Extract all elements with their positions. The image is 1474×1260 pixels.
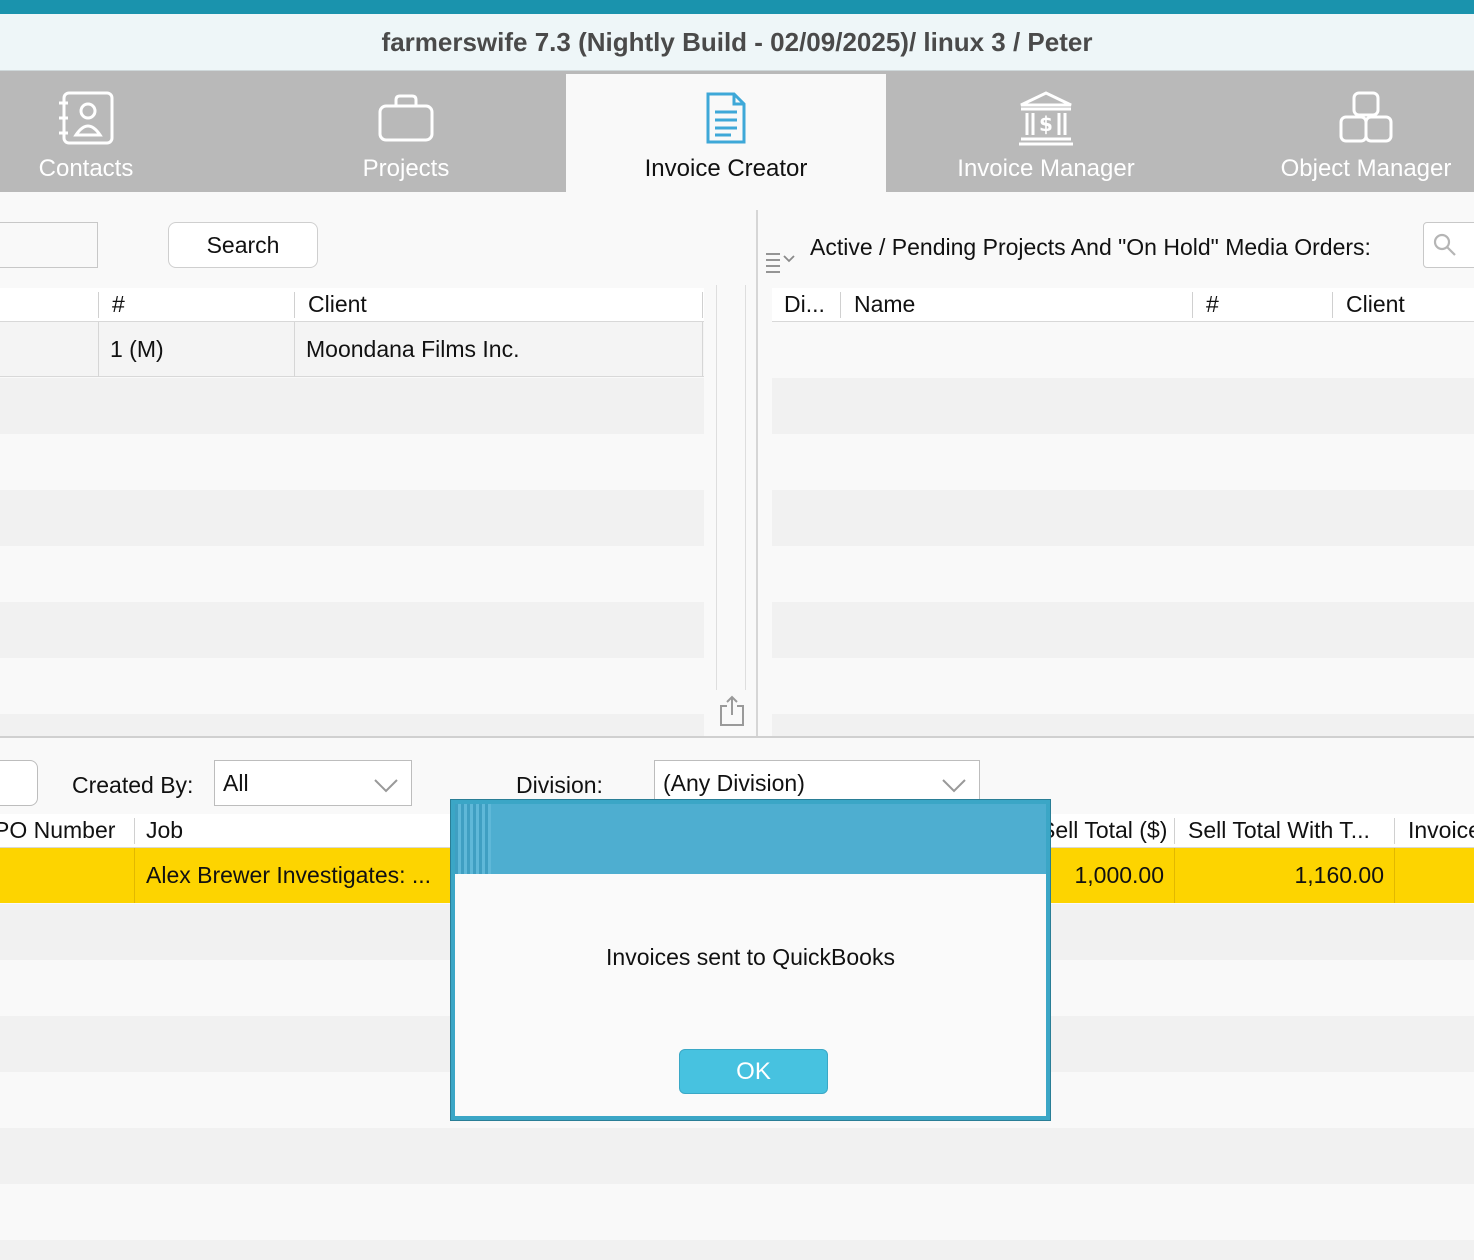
panel-divider[interactable]: [756, 210, 758, 738]
table-row: [0, 658, 704, 714]
left-table-header: # Client: [0, 288, 704, 322]
tab-invoice-manager-label: Invoice Manager: [957, 155, 1135, 182]
column-client[interactable]: Client: [1346, 291, 1405, 318]
filter-field[interactable]: [0, 760, 38, 806]
search-button[interactable]: Search: [168, 222, 318, 268]
tab-contacts[interactable]: Contacts: [0, 71, 246, 192]
table-row: [0, 434, 704, 490]
column-job[interactable]: Job: [146, 817, 183, 844]
row-number: 1 (M): [110, 336, 164, 362]
dialog-drag-handle[interactable]: [455, 804, 491, 874]
column-name[interactable]: Name: [854, 291, 915, 318]
project-search-input[interactable]: [1423, 222, 1474, 268]
table-row: [0, 546, 704, 602]
created-by-value: All: [223, 769, 249, 796]
table-row: [772, 378, 1474, 434]
table-row: [0, 1240, 1474, 1260]
row-client: Moondana Films Inc.: [306, 336, 520, 362]
column-client[interactable]: Client: [308, 291, 367, 318]
window-title: farmerswife 7.3 (Nightly Build - 02/09/2…: [0, 14, 1474, 71]
column-division[interactable]: Di...: [784, 291, 825, 318]
cell-job: Alex Brewer Investigates: ...: [146, 862, 432, 888]
created-by-label: Created By:: [72, 772, 194, 798]
briefcase-icon: [375, 87, 437, 149]
cell-sell-total: 1,000.00: [1040, 848, 1175, 903]
table-row: [0, 490, 704, 546]
tab-invoice-creator[interactable]: Invoice Creator: [566, 74, 886, 192]
active-projects-title: Active / Pending Projects And "On Hold" …: [810, 234, 1371, 260]
column-sell-total-with-tax[interactable]: Sell Total With T...: [1188, 817, 1370, 844]
table-row: [0, 714, 704, 736]
table-row: [772, 602, 1474, 658]
column-po-number[interactable]: PO Number: [0, 817, 115, 844]
tab-invoice-creator-label: Invoice Creator: [644, 155, 808, 182]
chevron-down-icon: [373, 773, 399, 800]
table-row: [772, 434, 1474, 490]
dialog-titlebar[interactable]: [455, 804, 1046, 874]
table-row: [772, 714, 1474, 736]
table-row: [772, 322, 1474, 378]
right-table-header: Di... Name # Client: [772, 288, 1474, 322]
tab-object-manager[interactable]: Object Manager: [1206, 71, 1474, 192]
table-row: [0, 1128, 1474, 1184]
tab-contacts-label: Contacts: [38, 155, 134, 182]
cell-sell-total-with-tax: 1,160.00: [1175, 848, 1395, 903]
bank-dollar-icon: $: [1015, 87, 1077, 149]
column-number[interactable]: #: [112, 291, 125, 318]
dialog-message: Invoices sent to QuickBooks: [606, 944, 895, 970]
table-row[interactable]: 1 (M) Moondana Films Inc.: [0, 322, 704, 377]
cell-po-number: [0, 848, 135, 903]
document-icon: [695, 87, 757, 149]
window-accent-bar: [0, 0, 1474, 14]
contacts-book-icon: [55, 87, 117, 149]
table-row: [0, 1184, 1474, 1240]
tab-invoice-manager[interactable]: $ Invoice Manager: [886, 71, 1206, 192]
table-row: [0, 378, 704, 434]
search-input[interactable]: [0, 222, 98, 268]
svg-text:$: $: [1039, 112, 1053, 136]
module-tab-bar: Contacts Projects Invoice Creator $ Invo…: [0, 71, 1474, 192]
cell-invoice: [1396, 848, 1474, 903]
division-label: Division:: [516, 772, 603, 798]
search-icon: [1432, 232, 1458, 263]
ok-button[interactable]: OK: [679, 1049, 828, 1094]
table-row: [772, 546, 1474, 602]
tab-projects-label: Projects: [362, 155, 450, 182]
quickbooks-dialog: Invoices sent to QuickBooks OK: [451, 800, 1050, 1120]
cubes-icon: [1335, 87, 1397, 149]
column-invoice[interactable]: Invoice: [1408, 817, 1474, 844]
left-scrollbar[interactable]: [716, 285, 746, 690]
export-icon[interactable]: [718, 694, 746, 733]
column-sell-total[interactable]: Sell Total ($): [1040, 817, 1167, 844]
tab-projects[interactable]: Projects: [246, 71, 566, 192]
table-row: [772, 490, 1474, 546]
table-row: [772, 658, 1474, 714]
tab-object-manager-label: Object Manager: [1280, 155, 1452, 182]
section-divider[interactable]: [0, 736, 1474, 738]
list-menu-icon[interactable]: [764, 248, 800, 279]
column-number[interactable]: #: [1206, 291, 1219, 318]
table-row: [0, 602, 704, 658]
created-by-select[interactable]: All: [214, 760, 412, 806]
division-value: (Any Division): [663, 769, 805, 796]
chevron-down-icon: [941, 773, 967, 800]
